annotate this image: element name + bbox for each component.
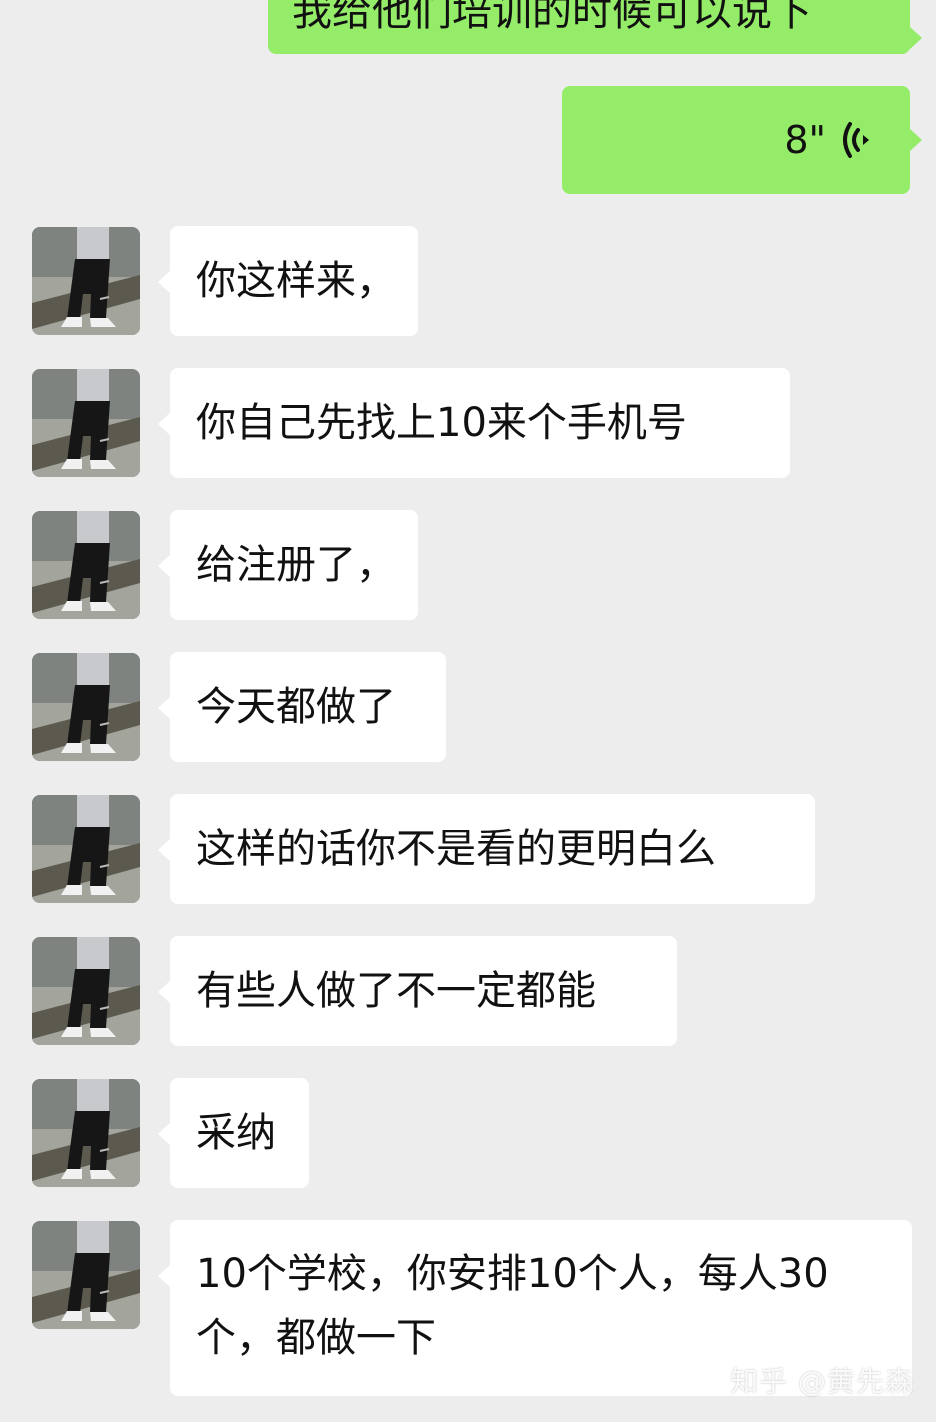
message-row-incoming: 给注册了， — [0, 510, 936, 620]
avatar[interactable] — [32, 1079, 140, 1187]
avatar[interactable] — [32, 369, 140, 477]
message-text: 有些人做了不一定都能 — [196, 968, 596, 1014]
avatar[interactable] — [32, 653, 140, 761]
message-text: 今天都做了 — [196, 684, 396, 730]
message-text: 这样的话你不是看的更明白么 — [196, 826, 716, 872]
message-text: 你这样来， — [196, 258, 396, 304]
message-row-incoming: 这样的话你不是看的更明白么 — [0, 794, 936, 904]
incoming-text-bubble[interactable]: 今天都做了 — [158, 652, 446, 762]
voice-message-bubble[interactable]: 8" — [562, 86, 922, 194]
avatar[interactable] — [32, 1221, 140, 1329]
message-row-outgoing-voice: 8" — [0, 86, 936, 194]
voice-wave-icon — [840, 119, 874, 161]
outgoing-text-bubble[interactable]: 我给他们培训的时候可以说下 — [268, 0, 922, 54]
message-row-incoming: 有些人做了不一定都能 — [0, 936, 936, 1046]
avatar[interactable] — [32, 795, 140, 903]
incoming-text-bubble[interactable]: 给注册了， — [158, 510, 418, 620]
avatar[interactable] — [32, 511, 140, 619]
incoming-text-bubble[interactable]: 你自己先找上10来个手机号 — [158, 368, 790, 478]
incoming-text-bubble[interactable]: 有些人做了不一定都能 — [158, 936, 677, 1046]
message-text: 采纳 — [196, 1110, 276, 1156]
message-row-incoming: 今天都做了 — [0, 652, 936, 762]
avatar[interactable] — [32, 937, 140, 1045]
avatar[interactable] — [32, 227, 140, 335]
watermark-label: 知乎 @黄先森 — [730, 1365, 914, 1398]
message-row-incoming: 你自己先找上10来个手机号 — [0, 368, 936, 478]
message-text: 给注册了， — [196, 542, 396, 588]
message-row-incoming: 你这样来， — [0, 226, 936, 336]
message-text: 10个学校，你安排10个人，每人30个，都做一下 — [196, 1251, 829, 1361]
incoming-text-bubble[interactable]: 这样的话你不是看的更明白么 — [158, 794, 815, 904]
message-text: 我给他们培训的时候可以说下 — [292, 0, 812, 35]
incoming-text-bubble[interactable]: 采纳 — [158, 1078, 309, 1188]
message-row-outgoing: 我给他们培训的时候可以说下 — [0, 0, 936, 54]
message-text: 你自己先找上10来个手机号 — [196, 400, 687, 446]
voice-duration: 8" — [784, 118, 826, 162]
chat-message-list[interactable]: 我给他们培训的时候可以说下 8" 你这样来， 你自己先找上10来个手机号 给注册… — [0, 0, 936, 1422]
incoming-text-bubble[interactable]: 你这样来， — [158, 226, 418, 336]
message-row-incoming: 采纳 — [0, 1078, 936, 1188]
